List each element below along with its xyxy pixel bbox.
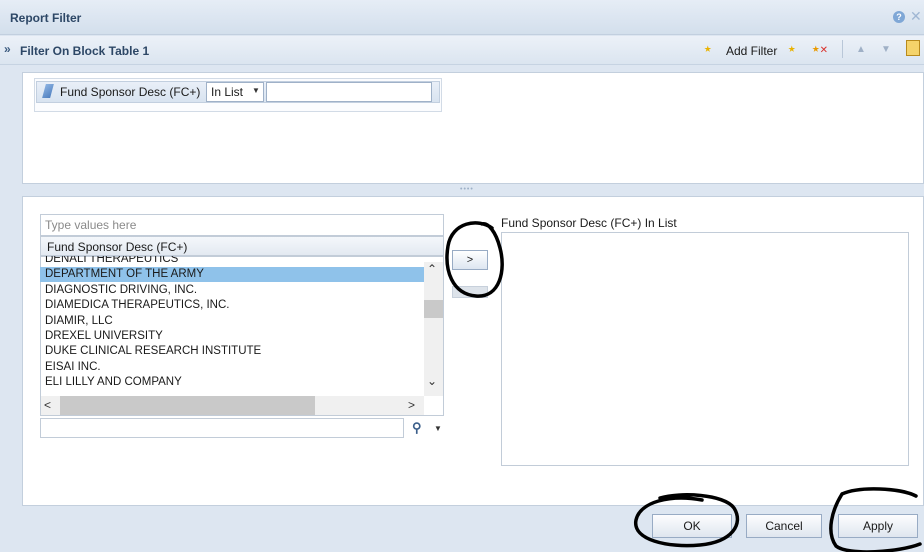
selected-values-list[interactable] [501,232,909,466]
search-values-input[interactable] [40,418,404,438]
scroll-right-icon[interactable]: > [408,398,415,412]
apply-button[interactable]: Apply [838,514,918,538]
list-item[interactable]: DIAMEDICA THERAPEUTICS, INC. [40,298,424,313]
list-item[interactable]: DEPARTMENT OF THE ARMY [40,267,424,283]
values-list: DENALI THERAPEUTICS DEPARTMENT OF THE ARM… [40,256,424,396]
scroll-left-icon[interactable]: < [44,398,51,412]
move-left-button[interactable] [452,286,488,298]
type-values-input[interactable] [40,214,444,236]
selected-values-label: Fund Sponsor Desc (FC+) In List [501,216,677,230]
condition-value-field[interactable] [266,82,432,102]
add-filter-button[interactable]: Add Filter [726,44,777,58]
vertical-scroll-thumb[interactable] [424,300,443,318]
help-icon[interactable]: ? [893,11,905,23]
condition-object-label: Fund Sponsor Desc (FC+) [60,85,201,99]
splitter-grip-icon[interactable]: •••• [460,186,474,193]
move-down-icon[interactable]: ▼ [881,44,891,55]
collapse-chevron-icon[interactable]: » [4,42,11,56]
list-item[interactable]: DIAMIR, LLC [40,314,424,329]
move-right-button[interactable]: > [452,250,488,270]
filter-icon[interactable]: ⭑ [788,40,796,57]
scroll-up-icon[interactable]: ⌃ [427,262,437,276]
list-header-label: Fund Sponsor Desc (FC+) [47,240,188,254]
list-item[interactable]: EISAI INC. [40,360,424,375]
grid-icon[interactable] [906,40,920,56]
ok-button[interactable]: OK [652,514,732,538]
remove-filter-icon[interactable]: ⭑✕ [812,40,828,57]
operator-value: In List [211,85,244,99]
scroll-down-icon[interactable]: ⌄ [427,374,437,388]
chevron-down-icon[interactable]: ▼ [252,86,260,95]
cancel-button[interactable]: Cancel [746,514,822,538]
filter-block-title: Filter On Block Table 1 [20,44,150,58]
list-item[interactable]: DREXEL UNIVERSITY [40,329,424,344]
close-icon[interactable]: ✕ [910,9,922,23]
move-up-icon[interactable]: ▲ [856,44,866,55]
search-options-chevron-icon[interactable]: ▼ [434,424,442,433]
add-filter-icon[interactable]: ⭑ [704,40,712,57]
list-item[interactable]: DIAGNOSTIC DRIVING, INC. [40,283,424,298]
list-item[interactable]: DUKE CLINICAL RESEARCH INSTITUTE [40,344,424,359]
title-bar [0,0,924,35]
horizontal-scroll-thumb[interactable] [60,396,315,415]
toolbar-separator [842,40,843,58]
window-title: Report Filter [10,11,82,25]
binoculars-icon[interactable]: ⚲ [412,420,422,436]
list-item[interactable]: ELI LILLY AND COMPANY [40,375,424,390]
list-item[interactable]: DENALI THERAPEUTICS [40,256,424,267]
